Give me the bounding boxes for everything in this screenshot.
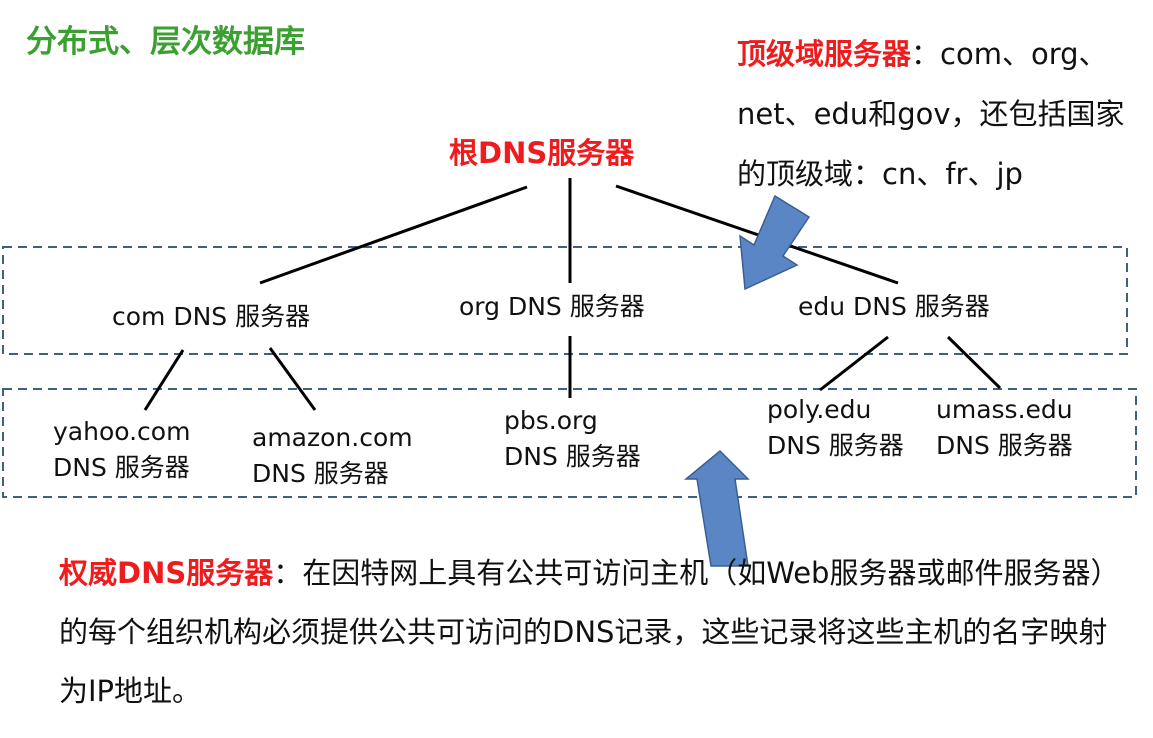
- amazon-server-label: DNS 服务器: [252, 459, 389, 488]
- pbs-dns-server: pbs.org DNS 服务器: [504, 403, 641, 475]
- poly-dns-server: poly.edu DNS 服务器: [767, 392, 904, 464]
- authoritative-note-label: 权威DNS服务器: [59, 556, 274, 590]
- edu-dns-server: edu DNS 服务器: [798, 292, 990, 321]
- tld-note-label: 顶级域服务器: [737, 37, 912, 71]
- edge-edu-poly: [819, 335, 889, 392]
- poly-domain: poly.edu: [767, 395, 872, 424]
- yahoo-dns-server: yahoo.com DNS 服务器: [53, 414, 190, 486]
- pbs-server-label: DNS 服务器: [504, 442, 641, 471]
- edge-com-yahoo: [143, 349, 185, 411]
- amazon-dns-server: amazon.com DNS 服务器: [252, 420, 413, 492]
- amazon-domain: amazon.com: [252, 423, 413, 452]
- yahoo-domain: yahoo.com: [53, 417, 191, 446]
- umass-server-label: DNS 服务器: [936, 431, 1073, 460]
- pbs-domain: pbs.org: [504, 406, 598, 435]
- tld-pointer-arrow: [739, 194, 811, 291]
- root-dns-server: 根DNS服务器: [449, 136, 635, 170]
- edge-com-amazon: [268, 347, 317, 411]
- authoritative-note: 权威DNS服务器：在因特网上具有公共可访问主机（如Web服务器或邮件服务器）的每…: [59, 544, 1129, 721]
- edge-edu-umass: [946, 335, 1002, 390]
- edge-root-com: [259, 185, 528, 285]
- umass-dns-server: umass.edu DNS 服务器: [936, 392, 1073, 464]
- yahoo-server-label: DNS 服务器: [53, 453, 190, 482]
- tld-note: 顶级域服务器：com、org、net、edu和gov，还包括国家的顶级域：cn、…: [737, 24, 1149, 204]
- poly-server-label: DNS 服务器: [767, 431, 904, 460]
- org-dns-server: org DNS 服务器: [459, 292, 645, 321]
- com-dns-server: com DNS 服务器: [112, 302, 311, 331]
- umass-domain: umass.edu: [936, 395, 1073, 424]
- page-title: 分布式、层次数据库: [26, 24, 305, 60]
